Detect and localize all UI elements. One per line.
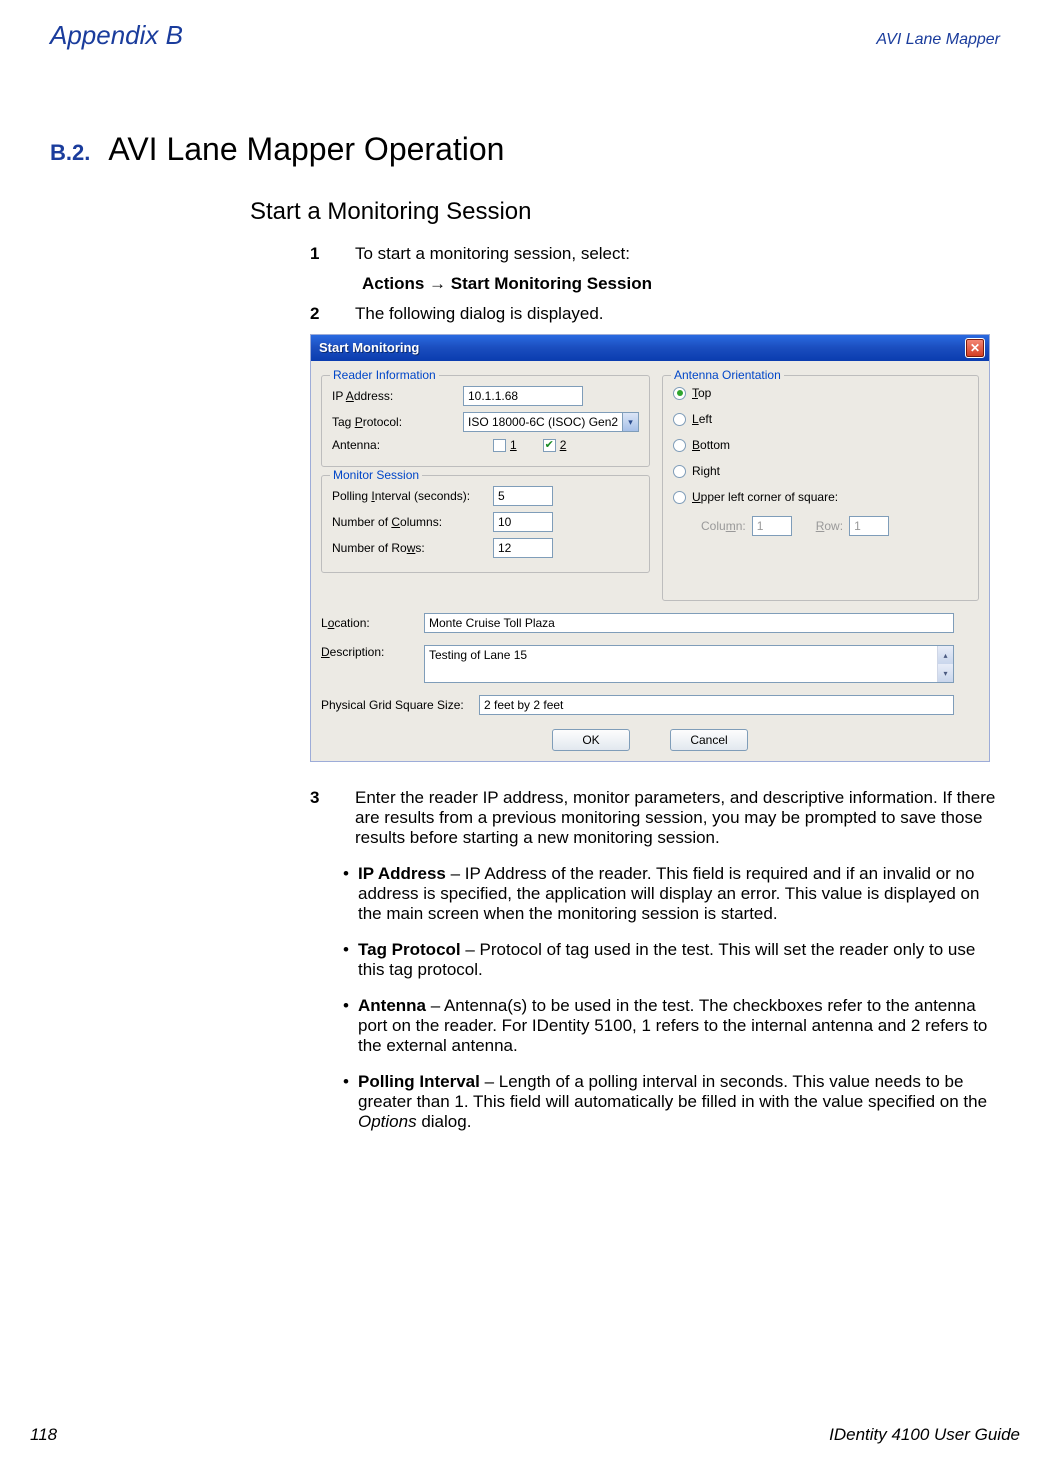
- subsection-title: Start a Monitoring Session: [250, 198, 1000, 226]
- dialog-body: Reader Information IP Address: Tag Proto…: [311, 361, 989, 761]
- step-1-text: To start a monitoring session, select:: [355, 244, 1000, 264]
- page-number: 118: [30, 1425, 57, 1445]
- bullet-dot-icon: •: [334, 940, 358, 980]
- content-column: Start a Monitoring Session 1 To start a …: [250, 198, 1000, 1132]
- bullet-dot-icon: •: [334, 864, 358, 924]
- scroll-down-icon[interactable]: ▾: [937, 664, 953, 682]
- location-label: Location:: [321, 616, 416, 630]
- location-input[interactable]: [424, 613, 954, 633]
- orientation-group-legend: Antenna Orientation: [671, 368, 784, 382]
- header-right: AVI Lane Mapper: [876, 31, 1000, 49]
- rows-input[interactable]: [493, 538, 553, 558]
- columns-input[interactable]: [493, 512, 553, 532]
- upper-row-input: [849, 516, 889, 536]
- tag-protocol-select[interactable]: ▾: [463, 412, 639, 432]
- orientation-bottom-radio[interactable]: [673, 439, 686, 452]
- session-group-legend: Monitor Session: [330, 468, 422, 482]
- bullet-ip: • IP Address – IP Address of the reader.…: [250, 864, 1000, 924]
- orientation-top-radio[interactable]: [673, 387, 686, 400]
- cancel-button[interactable]: Cancel: [670, 729, 748, 751]
- guide-title: IDentity 4100 User Guide: [829, 1425, 1020, 1445]
- bullet-tag-text: Tag Protocol – Protocol of tag used in t…: [358, 940, 1000, 980]
- start-monitoring-dialog: Start Monitoring ✕ Reader Information IP…: [310, 334, 990, 762]
- page-footer: 118 IDentity 4100 User Guide: [30, 1425, 1020, 1445]
- antenna-2-label: 2: [560, 438, 567, 452]
- orientation-bottom-label: Bottom: [692, 438, 730, 452]
- orientation-right-radio[interactable]: [673, 465, 686, 478]
- description-input[interactable]: Testing of Lane 15 ▴▾: [424, 645, 954, 683]
- antenna-1-checkbox[interactable]: [493, 439, 506, 452]
- bullet-dot-icon: •: [334, 996, 358, 1056]
- polling-interval-input[interactable]: [493, 486, 553, 506]
- step-2-number: 2: [310, 304, 355, 324]
- ip-address-label: IP Address:: [332, 389, 457, 403]
- bullet-polling-text: Polling Interval – Length of a polling i…: [358, 1072, 1000, 1132]
- step-3-text: Enter the reader IP address, monitor par…: [355, 788, 1000, 848]
- columns-label: Number of Columns:: [332, 515, 487, 529]
- grid-size-input[interactable]: [479, 695, 954, 715]
- step-2-text: The following dialog is displayed.: [355, 304, 1000, 324]
- antenna-2-checkbox[interactable]: [543, 439, 556, 452]
- upper-column-input: [752, 516, 792, 536]
- close-icon[interactable]: ✕: [965, 338, 985, 358]
- ok-button[interactable]: OK: [552, 729, 630, 751]
- reader-information-group: Reader Information IP Address: Tag Proto…: [321, 375, 650, 467]
- bullet-tag: • Tag Protocol – Protocol of tag used in…: [250, 940, 1000, 980]
- orientation-top-label: Top: [692, 386, 711, 400]
- reader-group-legend: Reader Information: [330, 368, 439, 382]
- dialog-titlebar[interactable]: Start Monitoring ✕: [311, 335, 989, 361]
- grid-size-label: Physical Grid Square Size:: [321, 698, 471, 712]
- orientation-right-label: Right: [692, 464, 720, 478]
- step-1: 1 To start a monitoring session, select:: [250, 244, 1000, 264]
- antenna-1-label: 1: [510, 438, 517, 452]
- ip-address-input[interactable]: [463, 386, 583, 406]
- tag-protocol-input[interactable]: [463, 412, 623, 432]
- bullet-list: • IP Address – IP Address of the reader.…: [250, 864, 1000, 1132]
- rows-label: Number of Rows:: [332, 541, 487, 555]
- polling-interval-label: Polling Interval (seconds):: [332, 489, 487, 503]
- header-left: Appendix B: [50, 20, 183, 51]
- page-header: Appendix B AVI Lane Mapper: [50, 20, 1000, 51]
- section-title: AVI Lane Mapper Operation: [108, 131, 504, 168]
- monitor-session-group: Monitor Session Polling Interval (second…: [321, 475, 650, 573]
- orientation-left-label: Left: [692, 412, 712, 426]
- antenna-orientation-group: Antenna Orientation Top Left Bottom: [662, 375, 979, 601]
- chevron-down-icon[interactable]: ▾: [623, 412, 639, 432]
- upper-column-label: Column:: [701, 519, 746, 533]
- bullet-dot-icon: •: [334, 1072, 358, 1132]
- orientation-upper-label: Upper left corner of square:: [692, 490, 838, 504]
- section-number: B.2.: [50, 140, 90, 166]
- bullet-antenna: • Antenna – Antenna(s) to be used in the…: [250, 996, 1000, 1056]
- bullet-polling: • Polling Interval – Length of a polling…: [250, 1072, 1000, 1132]
- step-3-number: 3: [310, 788, 355, 848]
- tag-protocol-label: Tag Protocol:: [332, 415, 457, 429]
- step-2: 2 The following dialog is displayed.: [250, 304, 1000, 324]
- step-3: 3 Enter the reader IP address, monitor p…: [250, 788, 1000, 848]
- orientation-left-radio[interactable]: [673, 413, 686, 426]
- bullet-antenna-text: Antenna – Antenna(s) to be used in the t…: [358, 996, 1000, 1056]
- upper-row-label: Row:: [816, 519, 843, 533]
- antenna-label: Antenna:: [332, 438, 457, 452]
- orientation-upper-radio[interactable]: [673, 491, 686, 504]
- menu-path: Actions → Start Monitoring Session: [362, 274, 1000, 294]
- textarea-scrollbar[interactable]: ▴▾: [937, 646, 953, 682]
- section-heading: B.2. AVI Lane Mapper Operation: [50, 131, 1000, 168]
- scroll-up-icon[interactable]: ▴: [937, 646, 953, 664]
- description-value: Testing of Lane 15: [429, 648, 527, 662]
- description-label: Description:: [321, 645, 416, 659]
- dialog-title: Start Monitoring: [319, 340, 419, 355]
- bullet-ip-text: IP Address – IP Address of the reader. T…: [358, 864, 1000, 924]
- step-1-number: 1: [310, 244, 355, 264]
